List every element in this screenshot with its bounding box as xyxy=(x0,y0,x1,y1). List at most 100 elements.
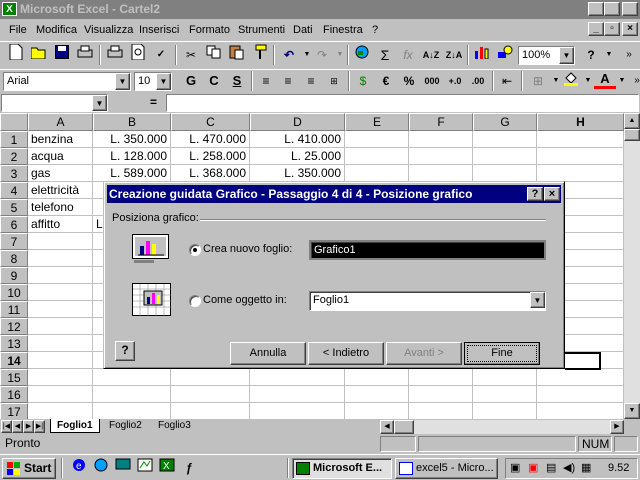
tray-icon[interactable]: ▣ xyxy=(528,461,538,474)
close-button[interactable]: × xyxy=(622,2,638,16)
grid-cell[interactable] xyxy=(28,335,93,352)
grid-cell[interactable] xyxy=(28,386,93,403)
task-button-excel[interactable]: Microsoft E... xyxy=(292,458,392,479)
grid-cell[interactable] xyxy=(409,403,473,419)
column-header[interactable]: D xyxy=(250,113,345,131)
grid-cell[interactable] xyxy=(345,131,409,148)
grid-cell[interactable] xyxy=(93,386,171,403)
grid-cell[interactable] xyxy=(28,250,93,267)
preview-icon[interactable] xyxy=(127,43,149,66)
cut-icon[interactable]: ✂ xyxy=(180,44,202,66)
column-header[interactable]: E xyxy=(345,113,409,131)
grid-cell[interactable] xyxy=(28,352,93,369)
font-name-select[interactable]: Arial ▼ xyxy=(3,72,131,91)
grid-cell[interactable] xyxy=(250,386,345,403)
scroll-thumb[interactable] xyxy=(624,129,640,141)
tray-icon[interactable]: ▣ xyxy=(510,461,520,474)
chevron-down-icon[interactable]: ▼ xyxy=(559,47,574,64)
grid-cell[interactable]: telefono xyxy=(28,199,93,216)
decrease-decimal-icon[interactable]: .00 xyxy=(467,70,489,92)
grid-cell[interactable] xyxy=(409,148,473,165)
web-toolbar-icon[interactable] xyxy=(351,44,373,66)
tray-icon[interactable]: ▦ xyxy=(581,461,591,474)
grid-cell[interactable]: L. 25.000 xyxy=(250,148,345,165)
euro-conversion-icon[interactable]: $ xyxy=(352,70,374,92)
grid-cell[interactable]: L. 350.000 xyxy=(250,165,345,182)
grid-cell[interactable] xyxy=(473,148,537,165)
grid-cell[interactable]: elettricità xyxy=(28,182,93,199)
grid-cell[interactable]: L. 258.000 xyxy=(171,148,250,165)
doc-restore-button[interactable]: ▫ xyxy=(604,22,620,36)
menu-file[interactable]: File xyxy=(9,24,27,36)
sort-ascending-icon[interactable]: A↓Z xyxy=(420,44,442,66)
scroll-up-icon[interactable]: ▲ xyxy=(624,113,640,129)
row-header[interactable]: 10 xyxy=(0,284,28,301)
column-header[interactable]: H xyxy=(537,113,624,131)
grid-cell[interactable] xyxy=(28,233,93,250)
menu-inserisci[interactable]: Inserisci xyxy=(139,24,179,36)
menu-help[interactable]: ? xyxy=(372,24,378,36)
menu-strumenti[interactable]: Strumenti xyxy=(238,24,285,36)
cancel-button[interactable]: Annulla xyxy=(230,342,306,365)
ie-icon[interactable]: e xyxy=(68,457,90,479)
print-preview-icon[interactable] xyxy=(104,44,126,66)
dialog-help-button[interactable]: ? xyxy=(527,187,543,201)
grid-cell[interactable]: L. 350.000 xyxy=(93,131,171,148)
column-header[interactable]: B xyxy=(93,113,171,131)
italic-button[interactable]: C xyxy=(203,70,225,92)
edit-formula-button[interactable]: = xyxy=(150,95,157,109)
excel-quick-icon[interactable]: X xyxy=(156,457,178,479)
increase-decimal-icon[interactable]: +.0 xyxy=(444,70,466,92)
thousands-separator-button[interactable]: 000 xyxy=(421,70,443,92)
name-box[interactable]: ▼ xyxy=(1,94,108,112)
grid-cell[interactable] xyxy=(345,369,409,386)
indent-icon[interactable]: ⇤ xyxy=(496,70,518,92)
column-header[interactable]: F xyxy=(409,113,473,131)
drawing-icon[interactable] xyxy=(494,44,516,66)
bold-button[interactable]: G xyxy=(180,70,202,92)
grid-cell[interactable] xyxy=(171,403,250,419)
grid-cell[interactable]: L. 410.000 xyxy=(250,131,345,148)
menu-finestra[interactable]: Finestra xyxy=(323,24,363,36)
sheet-tab-foglio3[interactable]: Foglio3 xyxy=(152,419,197,433)
copy-icon[interactable] xyxy=(203,44,225,66)
grid-cell[interactable] xyxy=(473,386,537,403)
zoom-select[interactable]: 100% ▼ xyxy=(518,46,575,65)
row-header[interactable]: 8 xyxy=(0,250,28,267)
grid-cell[interactable]: L. 368.000 xyxy=(171,165,250,182)
grid-cell[interactable] xyxy=(473,403,537,419)
grid-cell[interactable] xyxy=(28,301,93,318)
grid-cell[interactable] xyxy=(28,403,93,419)
excel-icon[interactable]: X xyxy=(2,2,17,16)
start-button[interactable]: Start xyxy=(2,458,56,479)
grid-cell[interactable] xyxy=(537,386,624,403)
grid-cell[interactable] xyxy=(473,131,537,148)
grid-cell[interactable] xyxy=(473,165,537,182)
align-center-icon[interactable]: ≡ xyxy=(277,70,299,92)
maximize-button[interactable]: ▫ xyxy=(604,2,620,16)
desktop-icon[interactable] xyxy=(112,457,134,479)
vertical-scrollbar[interactable]: ▲ ▼ xyxy=(624,113,640,419)
tool-icon[interactable]: ƒ xyxy=(178,457,200,479)
grid-cell[interactable] xyxy=(537,131,624,148)
euro-icon[interactable]: € xyxy=(375,70,397,92)
column-header[interactable]: C xyxy=(171,113,250,131)
menu-modifica[interactable]: Modifica xyxy=(36,24,77,36)
grid-cell[interactable] xyxy=(537,369,624,386)
chevron-down-icon[interactable]: ▼ xyxy=(530,292,545,308)
row-header[interactable]: 3 xyxy=(0,165,28,182)
row-header[interactable]: 5 xyxy=(0,199,28,216)
grid-cell[interactable] xyxy=(28,369,93,386)
grid-cell[interactable] xyxy=(171,369,250,386)
doc-minimize-button[interactable]: _ xyxy=(588,22,604,36)
grid-cell[interactable]: gas xyxy=(28,165,93,182)
grid-cell[interactable] xyxy=(345,386,409,403)
row-header[interactable]: 9 xyxy=(0,267,28,284)
grid-cell[interactable] xyxy=(171,386,250,403)
open-folder-icon[interactable] xyxy=(28,44,50,66)
horizontal-scrollbar[interactable]: ◀ ▶ xyxy=(380,420,624,434)
paste-icon[interactable] xyxy=(226,44,248,66)
row-header[interactable]: 1 xyxy=(0,131,28,148)
grid-cell[interactable] xyxy=(28,284,93,301)
outlook-icon[interactable] xyxy=(90,457,112,479)
